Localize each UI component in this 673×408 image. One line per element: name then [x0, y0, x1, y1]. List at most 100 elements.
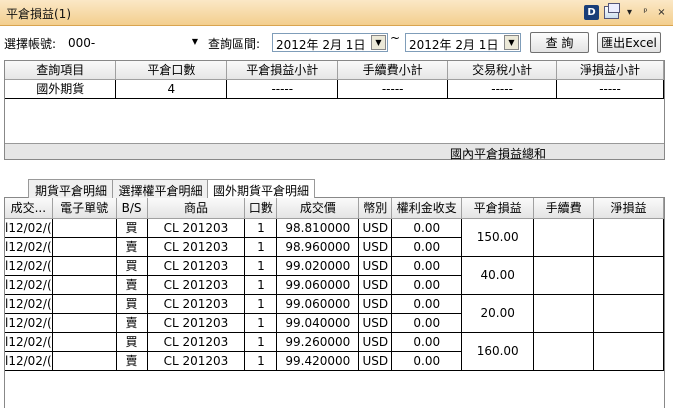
detail-row[interactable]: l12/02/(買 CL 201203 1 99.020000 USD 0.00 40.00	[5, 256, 664, 295]
detail-header-cell[interactable]: 口數	[244, 198, 278, 219]
window-restore-icon[interactable]	[604, 3, 620, 19]
detail-cell: USD	[358, 256, 393, 276]
net-pnl-cell	[593, 332, 664, 371]
detail-cell: 99.060000	[276, 294, 360, 314]
detail-cell: 99.020000	[276, 256, 360, 276]
detail-header-cell[interactable]: 商品	[147, 198, 246, 219]
detail-cell	[52, 313, 117, 333]
fee-cell	[533, 332, 595, 371]
detail-cell: 0.00	[391, 218, 463, 238]
detail-row[interactable]: l12/02/(買 CL 201203 1 99.060000 USD 0.00 20.00	[5, 294, 664, 333]
summary-header-cell[interactable]: 交易稅小計	[447, 61, 558, 80]
detail-cell: 0.00	[391, 256, 463, 276]
close-pnl-cell: 20.00	[461, 294, 535, 333]
tab-futures-close[interactable]: 期貨平倉明細	[28, 179, 114, 198]
window-titlebar: 平倉損益(1) D ▾ ᵖ ×	[0, 0, 673, 26]
detail-cell: CL 201203	[147, 351, 246, 371]
summary-table: 查詢項目 平倉口數 平倉損益小計 手續費小計 交易稅小計 淨損益小計 國外期貨 4 -----…	[5, 61, 664, 99]
detail-cell	[52, 275, 117, 295]
detail-row[interactable]: l12/02/(買 CL 201203 1 99.260000 USD 0.00 160.0…	[5, 332, 664, 371]
detail-cell: 1	[244, 294, 278, 314]
detail-cell: 賣	[116, 313, 148, 333]
detail-cell: 賣	[116, 351, 148, 371]
detail-cell	[52, 351, 117, 371]
app-d-icon[interactable]: D	[584, 5, 599, 20]
detail-cell: l12/02/(	[5, 313, 53, 333]
detail-cell: l12/02/(	[5, 256, 53, 276]
tab-options-close[interactable]: 選擇權平倉明細	[112, 179, 209, 198]
detail-header-cell[interactable]: 權利金收支	[391, 198, 463, 219]
detail-cell: USD	[358, 351, 393, 371]
detail-cell: 0.00	[391, 275, 463, 295]
detail-cell: USD	[358, 237, 393, 257]
summary-cell: -----	[556, 79, 664, 99]
detail-cell: 賣	[116, 275, 148, 295]
range-label: 查詢區間:	[208, 37, 261, 51]
detail-cell: CL 201203	[147, 294, 246, 314]
detail-row[interactable]: l12/02/( 買 CL 201203 1 98.810000 USD 0.00 150.0…	[5, 218, 664, 257]
close-icon[interactable]: ×	[656, 7, 667, 18]
fee-cell	[533, 218, 595, 257]
detail-cell: USD	[358, 275, 393, 295]
detail-cell: 99.420000	[276, 351, 360, 371]
detail-cell: 買	[116, 256, 148, 276]
end-date-value: 2012年 2月 1日	[409, 38, 499, 52]
detail-header-cell[interactable]: 淨損益	[593, 198, 664, 219]
detail-header-cell[interactable]: B/S	[116, 198, 148, 219]
detail-header-cell[interactable]: 電子單號	[52, 198, 117, 219]
summary-footer: 國內平倉損益總和	[5, 143, 664, 161]
start-date-value: 2012年 2月 1日	[276, 38, 366, 52]
detail-cell	[52, 218, 117, 238]
detail-header-cell[interactable]: 幣別	[358, 198, 393, 219]
summary-panel: 查詢項目 平倉口數 平倉損益小計 手續費小計 交易稅小計 淨損益小計 國外期貨 4 -----…	[4, 60, 665, 161]
detail-header-cell[interactable]: 手續費	[533, 198, 595, 219]
detail-cell: 99.260000	[276, 332, 360, 352]
detail-cell: CL 201203	[147, 275, 246, 295]
detail-cell	[52, 237, 117, 257]
net-pnl-cell	[593, 256, 664, 295]
detail-cell: l12/02/(	[5, 237, 53, 257]
summary-row[interactable]: 國外期貨 4 ----- ----- ----- -----	[5, 79, 664, 99]
detail-cell	[52, 332, 117, 352]
tab-foreign-futures-close[interactable]: 國外期貨平倉明細	[207, 179, 315, 199]
summary-header-cell[interactable]: 查詢項目	[5, 61, 117, 80]
detail-cell: l12/02/(	[5, 218, 53, 238]
detail-cell: 買	[116, 294, 148, 314]
dropdown-icon[interactable]: ▾	[624, 7, 635, 18]
detail-header-cell[interactable]: 成交價	[276, 198, 360, 219]
detail-header-cell[interactable]: 成交...	[5, 198, 53, 219]
detail-cell: 賣	[116, 237, 148, 257]
detail-cell: CL 201203	[147, 218, 246, 238]
close-pnl-cell: 40.00	[461, 256, 535, 295]
detail-cell: 1	[244, 313, 278, 333]
detail-cell: 98.810000	[276, 218, 360, 238]
summary-header-cell[interactable]: 平倉口數	[115, 61, 228, 80]
summary-header-cell[interactable]: 平倉損益小計	[226, 61, 339, 80]
filter-bar: 選擇帳號: 000- ▼ 查詢區間: 2012年 2月 1日 ▼ ~ 2012年…	[0, 28, 673, 54]
detail-cell: 1	[244, 332, 278, 352]
detail-cell: CL 201203	[147, 256, 246, 276]
detail-cell: l12/02/(	[5, 294, 53, 314]
end-date-picker[interactable]: 2012年 2月 1日 ▼	[405, 33, 521, 52]
export-excel-button[interactable]: 匯出Excel	[597, 32, 661, 53]
detail-cell	[52, 256, 117, 276]
start-date-picker[interactable]: 2012年 2月 1日 ▼	[272, 33, 388, 52]
detail-header-cell[interactable]: 平倉損益	[461, 198, 535, 219]
summary-header-cell[interactable]: 手續費小計	[337, 61, 449, 80]
detail-cell: 99.060000	[276, 275, 360, 295]
account-select[interactable]: 000- ▼	[64, 33, 202, 53]
detail-cell: USD	[358, 218, 393, 238]
query-button[interactable]: 查 詢	[530, 32, 589, 53]
close-pnl-cell: 150.00	[461, 218, 535, 257]
domestic-total-label: 國內平倉損益總和	[450, 147, 547, 161]
pin-icon[interactable]: ᵖ	[640, 7, 651, 18]
detail-cell: 1	[244, 351, 278, 371]
detail-cell: 買	[116, 218, 148, 238]
detail-cell: l12/02/(	[5, 275, 53, 295]
calendar-dropdown-icon[interactable]: ▼	[371, 35, 386, 50]
calendar-dropdown-icon[interactable]: ▼	[504, 35, 519, 50]
detail-cell: CL 201203	[147, 237, 246, 257]
summary-cell: -----	[337, 79, 449, 99]
detail-cell: 1	[244, 218, 278, 238]
summary-header-cell[interactable]: 淨損益小計	[556, 61, 664, 80]
